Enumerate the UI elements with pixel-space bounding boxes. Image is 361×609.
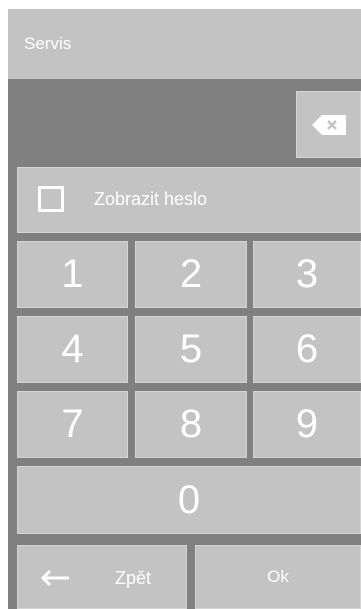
show-password-label: Zobrazit heslo [94, 189, 208, 209]
key-4[interactable]: 4 [17, 316, 128, 383]
key-2[interactable]: 2 [135, 241, 247, 308]
backspace-button[interactable] [296, 91, 361, 158]
key-6[interactable]: 6 [253, 316, 361, 383]
key-7[interactable]: 7 [17, 391, 128, 458]
show-password-checkbox[interactable] [38, 186, 64, 212]
show-password-toggle[interactable]: Zobrazit heslo [17, 167, 361, 233]
backspace-icon [311, 114, 346, 135]
back-label: Zpět [115, 568, 152, 588]
key-9[interactable]: 9 [253, 391, 361, 458]
key-8[interactable]: 8 [135, 391, 247, 458]
ok-button[interactable]: Ok [195, 545, 361, 609]
arrow-left-icon [40, 569, 70, 591]
pin-entry-screen: Servis Zobrazit heslo 1 2 3 4 5 6 7 8 9 … [8, 9, 361, 609]
key-5[interactable]: 5 [135, 316, 247, 383]
key-0[interactable]: 0 [17, 466, 361, 534]
key-1[interactable]: 1 [17, 241, 128, 308]
key-3[interactable]: 3 [253, 241, 361, 308]
app-header: Servis [8, 9, 361, 79]
back-button[interactable]: Zpět [17, 545, 187, 609]
page-title: Servis [24, 34, 72, 53]
